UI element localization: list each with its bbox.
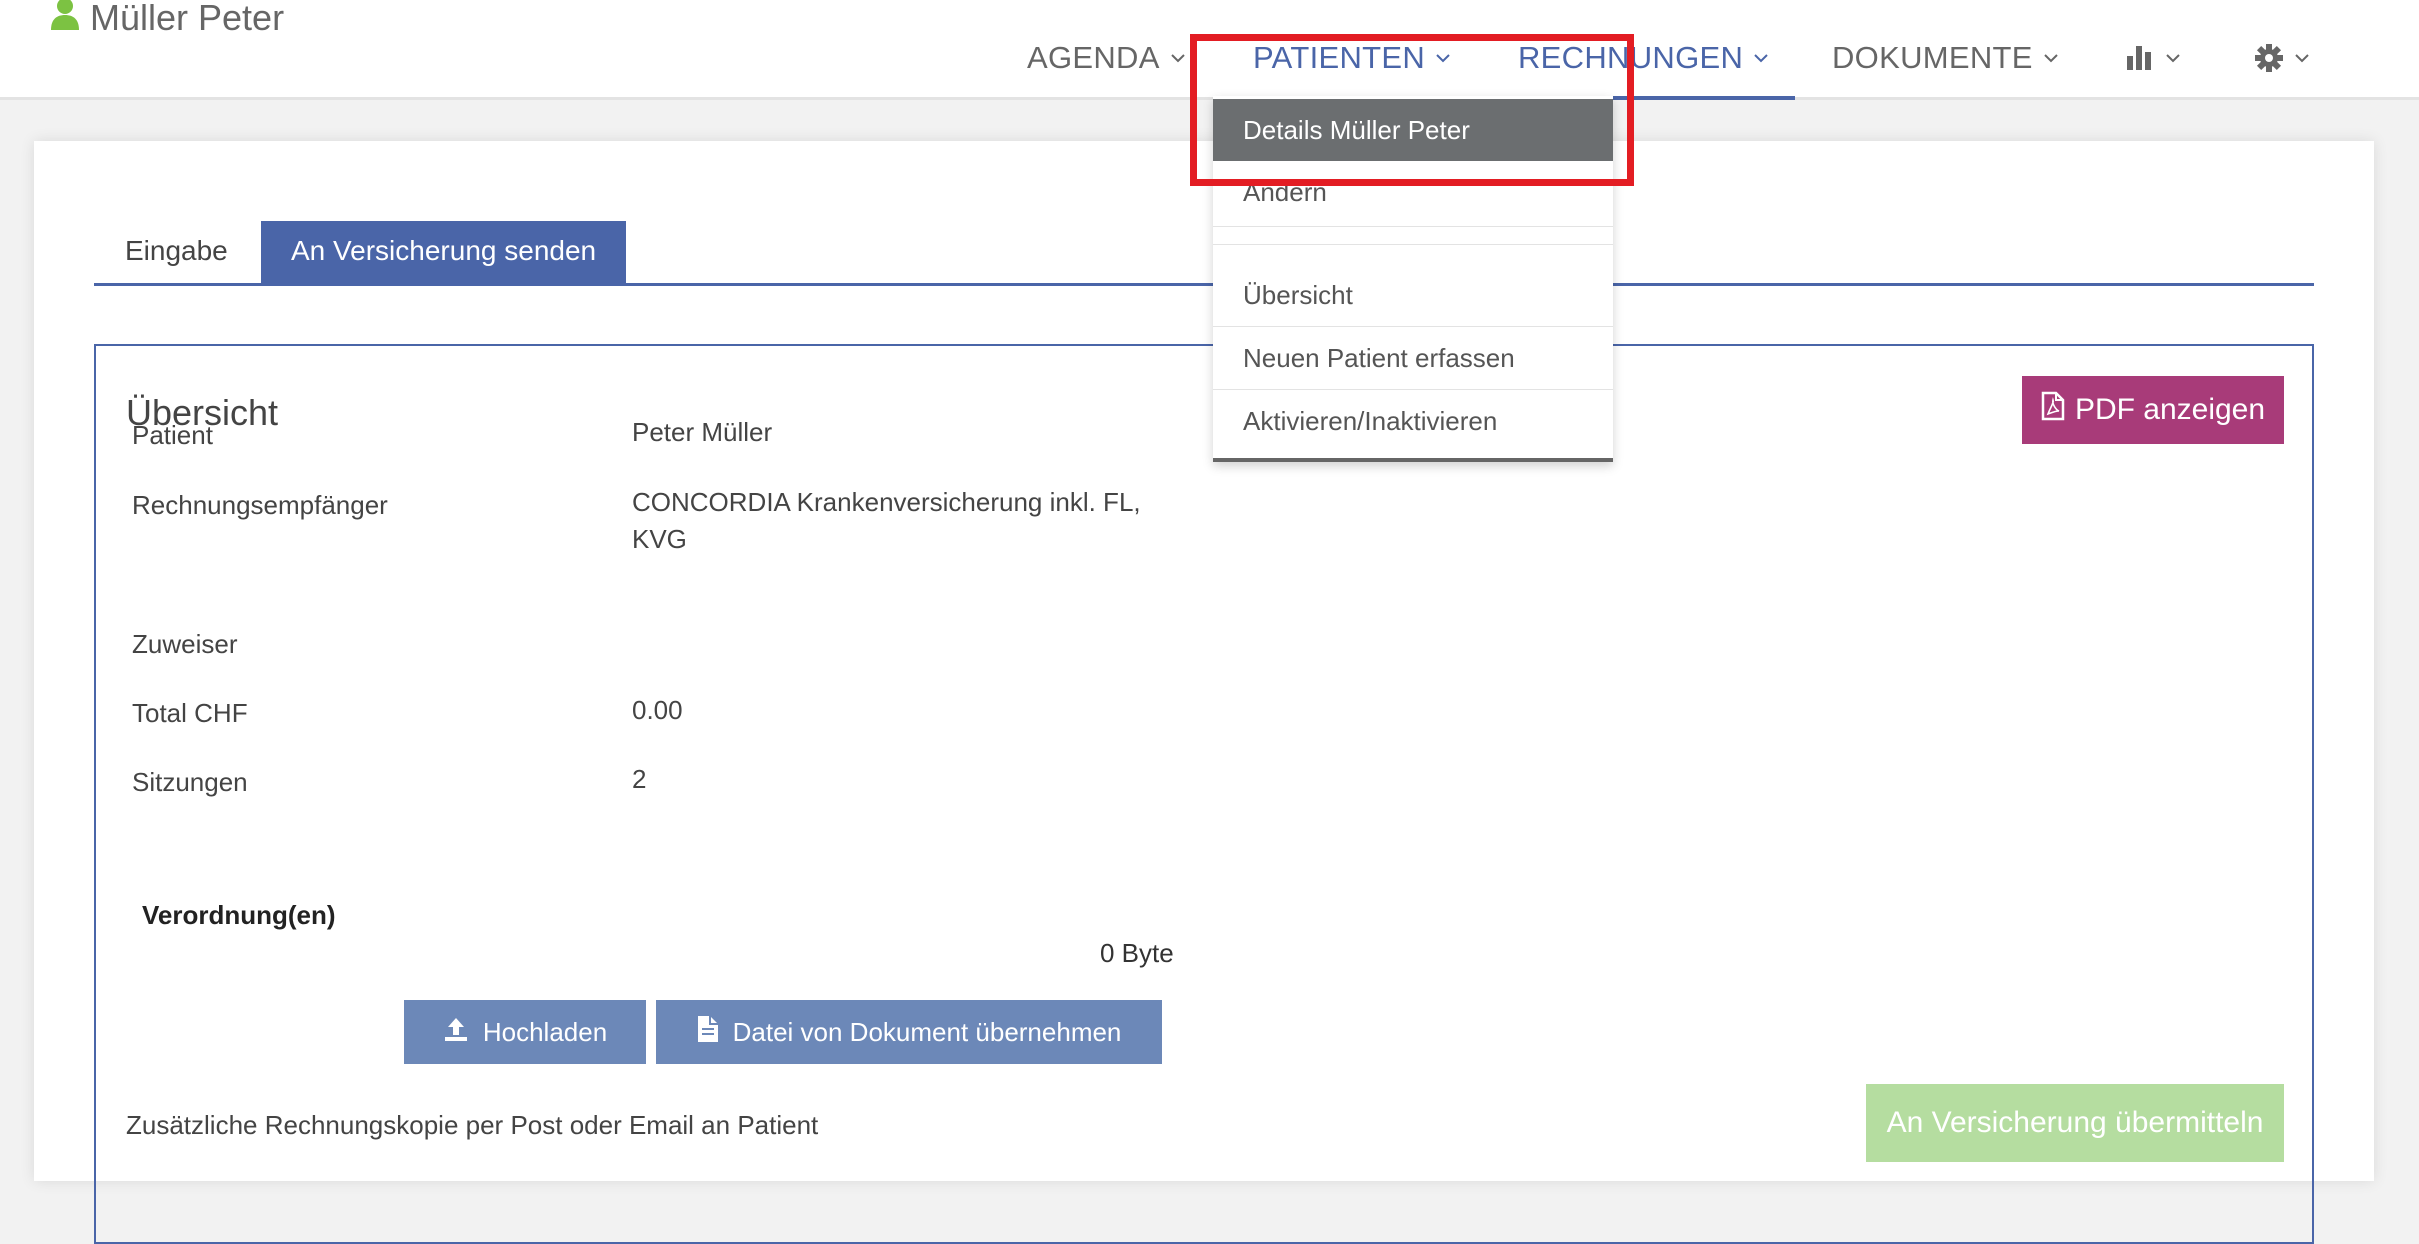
pdf-file-icon xyxy=(2041,391,2065,429)
document-icon xyxy=(697,1015,719,1050)
nav-agenda[interactable]: AGENDA xyxy=(1027,33,1186,97)
zuweiser-label: Zuweiser xyxy=(132,629,238,659)
chevron-down-icon xyxy=(1435,33,1451,83)
sitzungen-value: 2 xyxy=(632,764,647,794)
dropdown-item-aendern[interactable]: Ändern xyxy=(1213,161,1613,223)
total-chf-label: Total CHF xyxy=(132,698,248,728)
patienten-dropdown: Details Müller Peter Ändern Übersicht Ne… xyxy=(1213,96,1613,462)
dropdown-item-uebersicht[interactable]: Übersicht xyxy=(1213,264,1613,326)
tab-an-versicherung-senden[interactable]: An Versicherung senden xyxy=(261,221,627,283)
patient-label: Patient xyxy=(132,420,213,450)
nav-settings[interactable] xyxy=(2254,33,2310,97)
from-document-button[interactable]: Datei von Dokument übernehmen xyxy=(656,1000,1162,1064)
chevron-down-icon xyxy=(2165,33,2181,83)
nav-patienten-label: PATIENTEN xyxy=(1253,40,1426,75)
rechnungsempfaenger-value: CONCORDIA Krankenversicherung inkl. FL, … xyxy=(632,484,1232,558)
upload-button-label: Hochladen xyxy=(482,1016,608,1047)
submit-to-insurance-button[interactable]: An Versicherung übermitteln xyxy=(1866,1084,2284,1162)
chevron-down-icon xyxy=(1170,33,1186,83)
pdf-show-button[interactable]: PDF anzeigen xyxy=(2022,376,2284,444)
file-size: 0 Byte xyxy=(1100,938,1174,968)
gear-icon xyxy=(2254,33,2284,83)
main-panel: Eingabe An Versicherung senden Übersicht… xyxy=(34,141,2374,1244)
nav-patienten[interactable]: PATIENTEN xyxy=(1253,33,1451,97)
upload-icon xyxy=(443,1016,469,1049)
rechnungsempfaenger-line-1: CONCORDIA Krankenversicherung inkl. FL, xyxy=(632,487,1141,517)
dropdown-item-details[interactable]: Details Müller Peter xyxy=(1213,99,1613,161)
nav-agenda-label: AGENDA xyxy=(1027,40,1160,75)
total-chf-value: 0.00 xyxy=(632,695,683,725)
rechnungsempfaenger-line-2: KVG xyxy=(632,524,687,554)
sitzungen-label: Sitzungen xyxy=(132,767,248,797)
nav-statistics[interactable] xyxy=(2125,33,2181,97)
copy-to-patient-text: Zusätzliche Rechnungskopie per Post oder… xyxy=(126,1110,819,1140)
verordnungen-title: Verordnung(en) xyxy=(142,900,336,930)
overview-box: Übersicht PDF anzeigen Patient Peter Mül… xyxy=(94,344,2314,1244)
nav-dokumente-label: DOKUMENTE xyxy=(1832,40,2033,75)
chevron-down-icon xyxy=(1753,33,1769,83)
chevron-down-icon xyxy=(2294,33,2310,83)
from-document-button-label: Datei von Dokument übernehmen xyxy=(732,1016,1122,1047)
nav-rechnungen-label: RECHNUNGEN xyxy=(1518,40,1744,75)
patient-value: Peter Müller xyxy=(632,417,773,447)
pdf-show-button-label: PDF anzeigen xyxy=(2074,393,2266,426)
top-bar: Müller Peter AGENDA PATIENTEN RECHNUNGEN… xyxy=(0,0,2419,100)
main-nav: AGENDA PATIENTEN RECHNUNGEN DOKUMENTE xyxy=(0,33,2419,100)
nav-rechnungen[interactable]: RECHNUNGEN xyxy=(1502,33,1796,100)
upload-button[interactable]: Hochladen xyxy=(404,1000,646,1064)
rechnungsempfaenger-label: Rechnungsempfänger xyxy=(132,490,388,520)
dropdown-item-neuen-patient[interactable]: Neuen Patient erfassen xyxy=(1213,327,1613,389)
dropdown-divider xyxy=(1213,226,1613,227)
tab-eingabe[interactable]: Eingabe xyxy=(94,221,262,283)
chevron-down-icon xyxy=(2043,33,2059,83)
tab-bar: Eingabe An Versicherung senden xyxy=(94,221,2314,286)
dropdown-divider xyxy=(1213,244,1613,245)
bar-chart-icon xyxy=(2125,33,2155,83)
nav-dokumente[interactable]: DOKUMENTE xyxy=(1832,33,2059,97)
dropdown-item-aktivieren[interactable]: Aktivieren/Inaktivieren xyxy=(1213,390,1613,452)
